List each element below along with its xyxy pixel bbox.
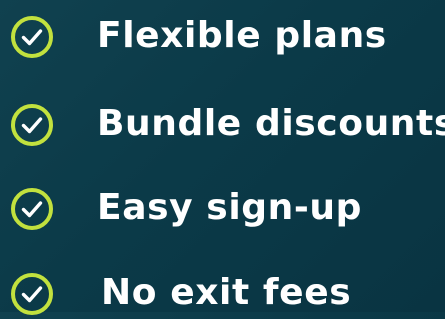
feature-item-no-exit-fees: No exit fees (0, 267, 445, 319)
feature-label: Bundle discounts (97, 103, 445, 144)
feature-item-bundle-discounts: Bundle discounts (0, 98, 445, 150)
feature-item-flexible-plans: Flexible plans (0, 10, 445, 62)
check-circle-icon (10, 272, 54, 316)
feature-label: No exit fees (101, 272, 352, 313)
check-circle-icon (10, 103, 54, 147)
check-circle-icon (10, 15, 54, 59)
feature-list: Flexible plans Bundle discounts Easy sig… (0, 0, 445, 315)
feature-label: Flexible plans (97, 15, 387, 56)
check-circle-icon (10, 187, 54, 231)
feature-item-easy-sign-up: Easy sign-up (0, 182, 445, 234)
feature-label: Easy sign-up (97, 187, 363, 228)
